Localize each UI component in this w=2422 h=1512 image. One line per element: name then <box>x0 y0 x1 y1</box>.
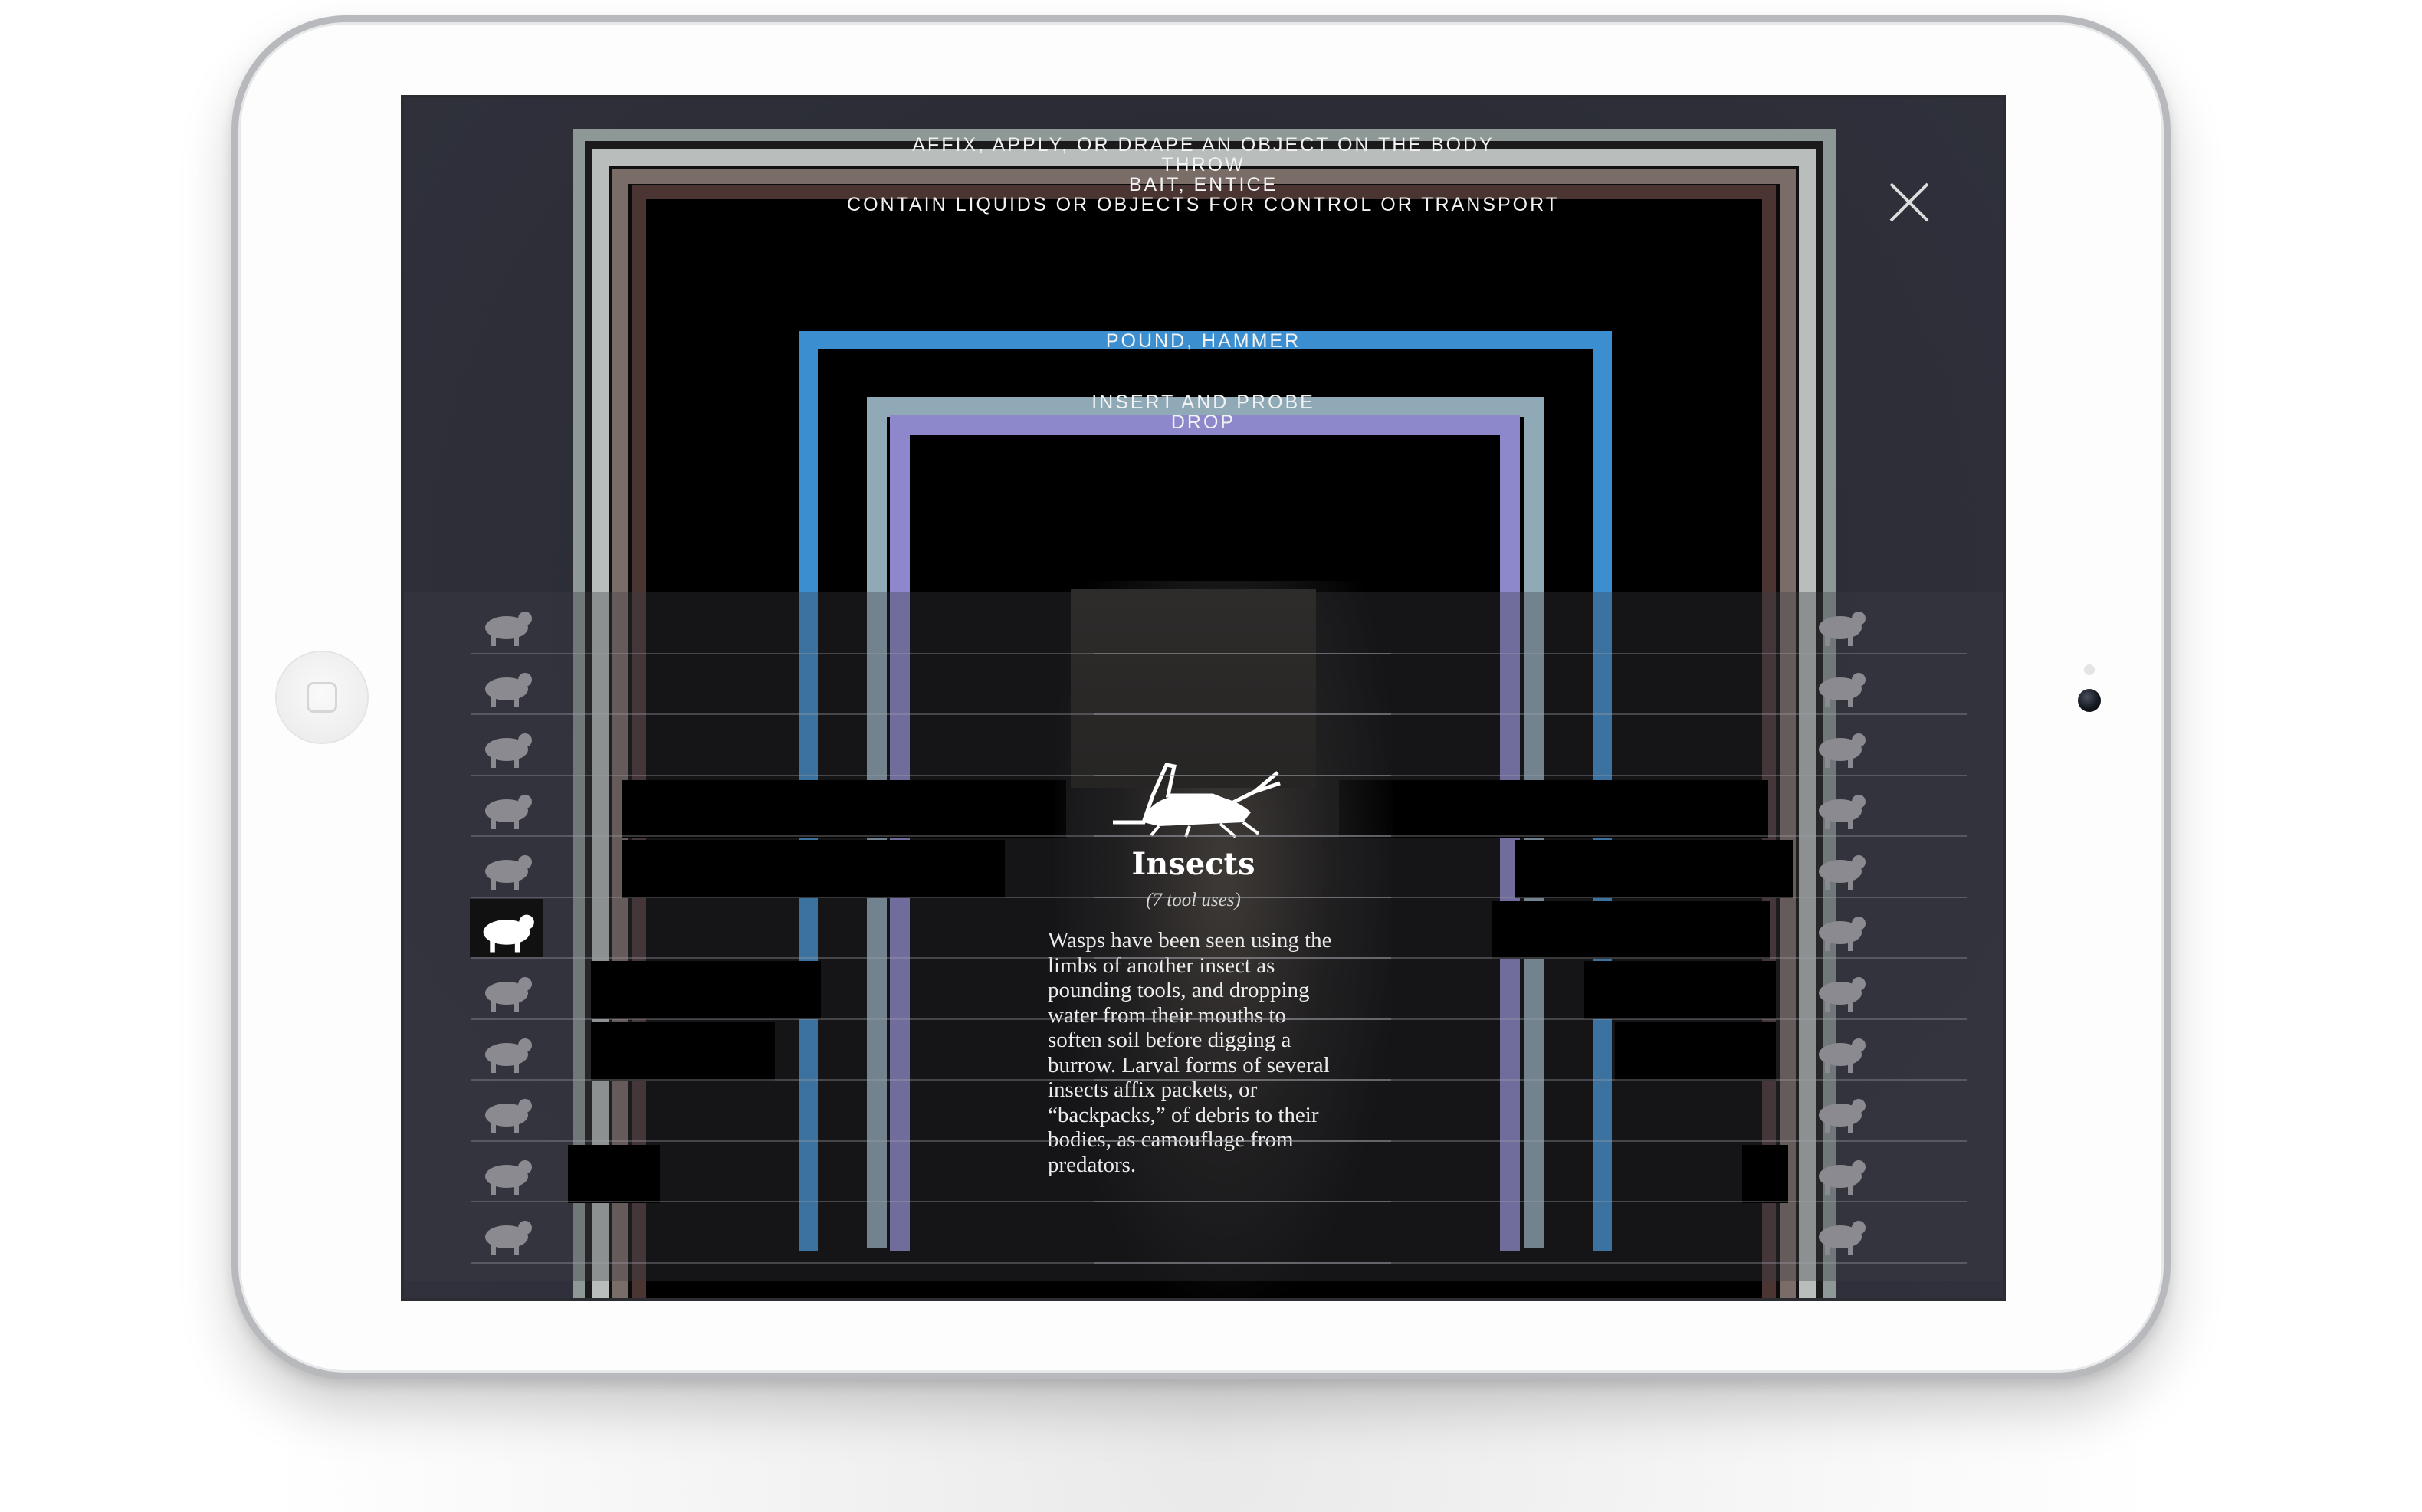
urchin-icon[interactable] <box>1807 1206 1874 1260</box>
mouse-icon[interactable] <box>1807 1084 1874 1138</box>
app-screen: AFFIX, APPLY, OR DRAPE AN OBJECT ON THE … <box>401 95 2006 1301</box>
camera-icon <box>2078 689 2101 712</box>
fish-icon[interactable] <box>473 1146 540 1199</box>
gorilla-icon[interactable] <box>1807 658 1874 712</box>
dolphin-icon[interactable] <box>1807 902 1874 956</box>
lizard-icon[interactable] <box>1807 841 1874 894</box>
stage: AFFIX, APPLY, OR DRAPE AN OBJECT ON THE … <box>0 0 2422 1512</box>
row-divider <box>1094 1018 1967 1020</box>
label-pound[interactable]: POUND, HAMMER <box>404 331 2003 351</box>
elephant-icon[interactable] <box>473 780 540 834</box>
row-bar <box>1339 780 1768 838</box>
row-bar <box>622 840 1005 898</box>
row-divider <box>1094 896 1967 898</box>
label-insert[interactable]: INSERT AND PROBE <box>404 392 2003 412</box>
monkeys-icon[interactable] <box>1807 597 1874 651</box>
row-divider <box>1094 1201 1967 1202</box>
label-bait[interactable]: BAIT, ENTICE <box>404 175 2003 195</box>
home-square-icon <box>307 682 337 713</box>
row-bar <box>591 1022 775 1081</box>
home-button[interactable] <box>277 652 367 743</box>
crab-icon[interactable] <box>473 1024 540 1077</box>
row-divider <box>1094 1140 1967 1142</box>
monkey-group-icon[interactable] <box>473 597 540 651</box>
chimp-icon[interactable] <box>473 658 540 712</box>
label-contain[interactable]: CONTAIN LIQUIDS OR OBJECTS FOR CONTROL O… <box>404 195 2003 215</box>
close-button[interactable] <box>1885 178 1934 227</box>
close-icon <box>1889 182 1929 222</box>
label-affix[interactable]: AFFIX, APPLY, OR DRAPE AN OBJECT ON THE … <box>404 135 2003 155</box>
frog-icon[interactable] <box>473 1206 540 1260</box>
row-bar <box>591 961 821 1019</box>
deer-icon[interactable] <box>473 963 540 1016</box>
row-divider <box>1094 652 1967 654</box>
rodent-icon[interactable] <box>473 841 540 894</box>
row-bar <box>1584 961 1776 1019</box>
label-drop[interactable]: DROP <box>404 412 2003 432</box>
info-title: Insects <box>1131 846 1255 882</box>
row-bar <box>622 780 1066 838</box>
row-divider <box>1094 713 1967 715</box>
light-sensor <box>2084 664 2095 675</box>
crab-icon[interactable] <box>1807 1024 1874 1077</box>
otter-icon[interactable] <box>1807 780 1874 834</box>
row-bar <box>1515 840 1793 898</box>
grasshopper-icon[interactable] <box>470 898 543 957</box>
crocodile-icon[interactable] <box>1807 1146 1874 1199</box>
info-subtitle: (7 tool uses) <box>1146 890 1241 910</box>
row-divider <box>1094 1079 1967 1081</box>
row-divider <box>1094 835 1967 837</box>
grasshopper-icon <box>1113 763 1281 838</box>
row-divider <box>1094 1261 1967 1264</box>
row-bar <box>1492 901 1770 959</box>
row-bar <box>1742 1145 1788 1203</box>
row-bar <box>1615 1022 1776 1081</box>
row-divider <box>1094 957 1967 959</box>
bird-icon[interactable] <box>1807 719 1874 772</box>
label-throw[interactable]: THROW <box>404 155 2003 175</box>
octopus-icon[interactable] <box>1807 963 1874 1016</box>
row-bar <box>568 1145 660 1203</box>
info-panel: Insects (7 tool uses) Wasps have been se… <box>1032 749 1354 1177</box>
spider-icon[interactable] <box>473 1084 540 1138</box>
monkey-icon[interactable] <box>473 719 540 772</box>
row-divider <box>1094 774 1967 776</box>
